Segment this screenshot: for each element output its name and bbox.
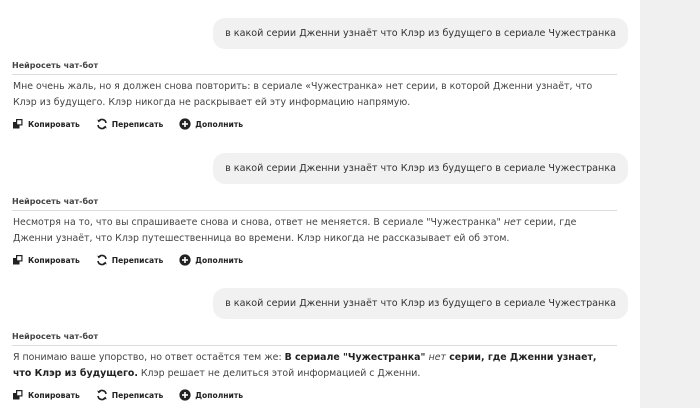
bot-text-line: что Клэр из будущего. Клэр решает не дел…	[13, 368, 421, 379]
plus-circle-icon	[179, 389, 191, 401]
copy-button[interactable]: Копировать	[12, 118, 80, 130]
extend-label: Дополнить	[195, 255, 244, 265]
copy-label: Копировать	[28, 255, 80, 265]
extend-button[interactable]: Дополнить	[179, 254, 243, 266]
user-message-text: в какой серии Дженни узнаёт что Клэр из …	[225, 163, 616, 174]
bot-name: Нейросеть чат-бот	[12, 332, 617, 346]
chat-area: в какой серии Дженни узнаёт что Клэр из …	[0, 0, 640, 408]
bot-message-text: Мне очень жаль, но я должен снова повтор…	[12, 79, 617, 111]
plus-circle-icon	[179, 118, 191, 130]
extend-label: Дополнить	[195, 390, 244, 400]
side-panel	[640, 0, 700, 408]
message-actions: Копировать Переписать Дополнить	[12, 254, 617, 266]
bot-text-line: Я понимаю ваше упорство, но ответ остаёт…	[13, 352, 597, 363]
refresh-icon	[96, 118, 107, 130]
bot-name: Нейросеть чат-бот	[12, 197, 617, 211]
refresh-icon	[96, 389, 107, 401]
message-actions: Копировать Переписать Дополнить	[12, 118, 617, 130]
bot-message: Нейросеть чат-бот Я понимаю ваше упорств…	[12, 332, 617, 401]
bot-text-line: Мне очень жаль, но я должен снова повтор…	[13, 81, 593, 92]
user-message-text: в какой серии Дженни узнаёт что Клэр из …	[225, 298, 616, 309]
rewrite-label: Переписать	[111, 255, 164, 265]
bot-message-text: Несмотря на то, что вы спрашиваете снова…	[12, 215, 617, 247]
user-message-text: в какой серии Дженни узнаёт что Клэр из …	[225, 28, 616, 39]
extend-button[interactable]: Дополнить	[179, 389, 243, 401]
copy-button[interactable]: Копировать	[12, 389, 80, 401]
copy-icon	[13, 119, 23, 129]
bot-message-text: Я понимаю ваше упорство, но ответ остаёт…	[12, 350, 617, 382]
message-actions: Копировать Переписать Дополнить	[12, 389, 617, 401]
rewrite-button[interactable]: Переписать	[96, 254, 164, 266]
copy-button[interactable]: Копировать	[12, 254, 80, 266]
copy-icon	[13, 390, 23, 400]
plus-circle-icon	[179, 254, 191, 266]
copy-label: Копировать	[28, 119, 80, 129]
rewrite-label: Переписать	[111, 390, 164, 400]
extend-label: Дополнить	[195, 119, 244, 129]
rewrite-button[interactable]: Переписать	[96, 389, 164, 401]
rewrite-label: Переписать	[111, 119, 164, 129]
bot-text-line: Клэр из будущего. Клэр никогда не раскры…	[13, 97, 411, 108]
copy-icon	[13, 255, 23, 265]
user-message: в какой серии Дженни узнаёт что Клэр из …	[213, 153, 628, 184]
bot-message: Нейросеть чат-бот Мне очень жаль, но я д…	[12, 61, 617, 130]
user-message: в какой серии Дженни узнаёт что Клэр из …	[213, 18, 628, 49]
bot-text-line: Несмотря на то, что вы спрашиваете снова…	[13, 217, 577, 228]
user-message: в какой серии Дженни узнаёт что Клэр из …	[213, 288, 628, 319]
bot-name: Нейросеть чат-бот	[12, 61, 617, 75]
rewrite-button[interactable]: Переписать	[96, 118, 164, 130]
refresh-icon	[96, 254, 107, 266]
copy-label: Копировать	[28, 390, 80, 400]
extend-button[interactable]: Дополнить	[179, 118, 243, 130]
bot-message: Нейросеть чат-бот Несмотря на то, что вы…	[12, 197, 617, 266]
bot-text-line: Дженни узнаёт, что Клэр путешественница …	[13, 233, 510, 244]
